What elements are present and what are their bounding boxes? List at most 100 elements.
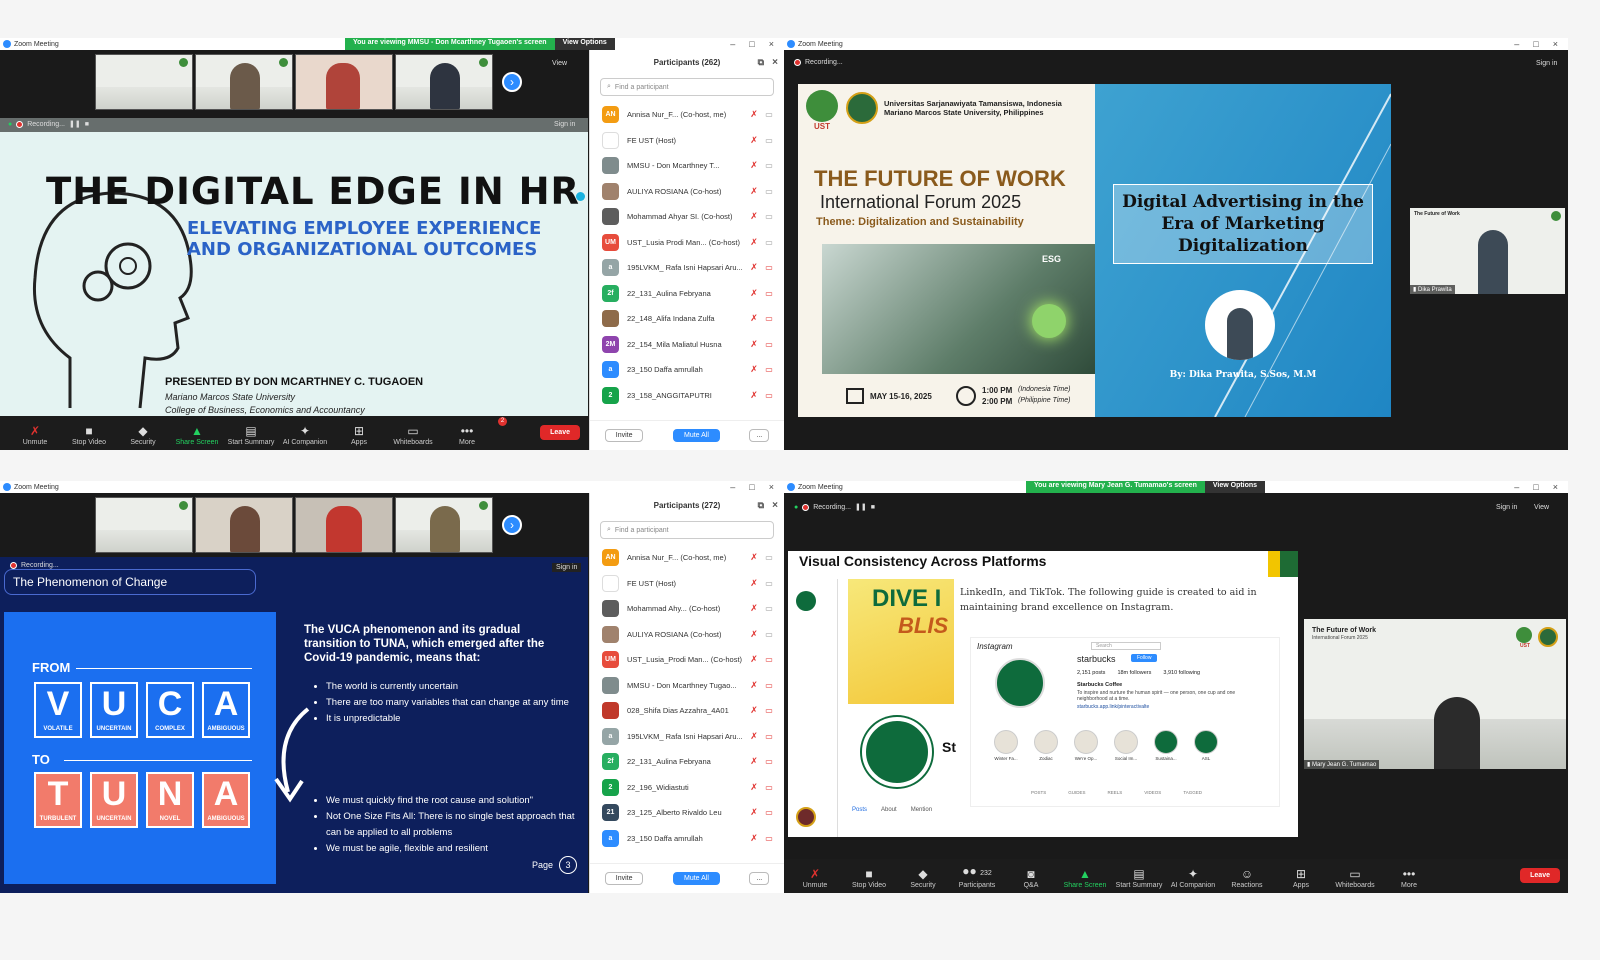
video-tile[interactable] <box>195 497 293 553</box>
security-button[interactable]: ◆ Security <box>896 868 950 889</box>
tab-about[interactable]: About <box>881 807 897 813</box>
mic-muted-icon[interactable]: ✗ <box>746 705 762 716</box>
maximize-icon[interactable]: □ <box>749 482 754 492</box>
view-button[interactable]: View <box>1534 504 1549 511</box>
video-icon[interactable]: ▭ <box>762 238 776 247</box>
minimize-icon[interactable]: – <box>1514 39 1519 49</box>
participant-row[interactable]: 2 22_196_Widiastuti ✗ ▭ <box>590 775 784 801</box>
mic-muted-icon[interactable]: ✗ <box>746 552 762 563</box>
mic-muted-icon[interactable]: ✗ <box>746 288 762 299</box>
participant-row[interactable]: 21 23_125_Alberto Rivaldo Leu ✗ ▭ <box>590 800 784 826</box>
video-icon[interactable]: ▭ <box>762 630 776 639</box>
video-tile[interactable] <box>95 54 193 110</box>
video-off-icon[interactable]: ▭ <box>762 808 776 817</box>
mic-muted-icon[interactable]: ✗ <box>746 186 762 197</box>
video-off-icon[interactable]: ▭ <box>762 340 776 349</box>
highlight-item[interactable]: Winter Fa... <box>993 730 1019 761</box>
video-off-icon[interactable]: ▭ <box>762 655 776 664</box>
apps-button[interactable]: ⊞ Apps <box>1274 868 1328 889</box>
leave-button[interactable]: Leave <box>540 425 580 440</box>
participant-row[interactable]: FE UST (Host) ✗ ▭ <box>590 128 784 154</box>
stop-icon[interactable]: ■ <box>871 504 875 511</box>
participant-row[interactable]: 22_148_Alifa Indana Zulfa ✗ ▭ <box>590 306 784 332</box>
more-button[interactable]: ••• More <box>440 425 494 446</box>
whiteboards-button[interactable]: ▭ Whiteboards <box>386 425 440 446</box>
participant-row[interactable]: 2 23_158_ANGGITAPUTRI ✗ ▭ <box>590 383 784 409</box>
pause-icon[interactable]: ❚❚ <box>855 503 867 511</box>
participant-row[interactable]: AN Annisa Nur_F... (Co-host, me) ✗ ▭ <box>590 545 784 571</box>
participant-row[interactable]: UM UST_Lusia_Prodi Man... (Co-host) ✗ ▭ <box>590 647 784 673</box>
speaker-video-tile[interactable]: The Future of Work ▮ Dika Prawita <box>1410 208 1565 294</box>
invite-button[interactable]: Invite <box>604 872 644 885</box>
participant-row[interactable]: AULIYA ROSIANA (Co-host) ✗ ▭ <box>590 179 784 205</box>
leave-button[interactable]: Leave <box>1520 868 1560 883</box>
mic-muted-icon[interactable]: ✗ <box>746 364 762 375</box>
view-button[interactable]: View <box>552 60 567 67</box>
participant-row[interactable]: 2f 22_131_Aulina Febryana ✗ ▭ <box>590 749 784 775</box>
maximize-icon[interactable]: □ <box>1533 39 1538 49</box>
participant-row[interactable]: 028_Shifa Dias Azzahra_4A01 ✗ ▭ <box>590 698 784 724</box>
video-icon[interactable]: ▭ <box>762 110 776 119</box>
video-icon[interactable]: ▭ <box>762 553 776 562</box>
mic-muted-icon[interactable]: ✗ <box>746 578 762 589</box>
mic-muted-icon[interactable]: ✗ <box>746 339 762 350</box>
security-button[interactable]: ◆ Security <box>116 425 170 446</box>
start-summary-button[interactable]: ▤ Start Summary <box>224 425 278 446</box>
more-options-button[interactable]: ... <box>749 429 770 442</box>
video-icon[interactable]: ▭ <box>762 604 776 613</box>
close-icon[interactable]: × <box>769 39 774 49</box>
video-off-icon[interactable]: ▭ <box>762 783 776 792</box>
video-off-icon[interactable]: ▭ <box>762 391 776 400</box>
video-off-icon[interactable]: ▭ <box>762 757 776 766</box>
highlight-item[interactable]: ASL <box>1193 730 1219 761</box>
mic-muted-icon[interactable]: ✗ <box>746 654 762 665</box>
close-icon[interactable]: × <box>1553 482 1558 492</box>
video-icon[interactable]: ▭ <box>762 161 776 170</box>
sign-in-link[interactable]: Sign in <box>554 121 575 128</box>
mic-muted-icon[interactable]: ✗ <box>746 833 762 844</box>
minimize-icon[interactable]: – <box>730 39 735 49</box>
next-videos-button[interactable]: › <box>502 515 522 535</box>
participant-row[interactable]: UM UST_Lusia Prodi Man... (Co-host) ✗ ▭ <box>590 230 784 256</box>
maximize-icon[interactable]: □ <box>1533 482 1538 492</box>
more-options-button[interactable]: ... <box>749 872 770 885</box>
reactions-button[interactable]: ☺ Reactions <box>1220 868 1274 889</box>
video-off-icon[interactable]: ▭ <box>762 732 776 741</box>
mic-muted-icon[interactable]: ✗ <box>746 109 762 120</box>
participant-search-input[interactable]: ⌕ Find a participant <box>600 521 774 539</box>
close-icon[interactable]: × <box>1553 39 1558 49</box>
mic-muted-icon[interactable]: ✗ <box>746 390 762 401</box>
video-off-icon[interactable]: ▭ <box>762 263 776 272</box>
profile-tab[interactable]: VIDEOS <box>1144 790 1161 795</box>
unmute-button[interactable]: ✗ Unmute <box>8 425 62 446</box>
video-off-icon[interactable]: ▭ <box>762 289 776 298</box>
video-icon[interactable]: ▭ <box>762 212 776 221</box>
video-tile[interactable] <box>395 54 493 110</box>
video-off-icon[interactable]: ▭ <box>762 834 776 843</box>
highlight-item[interactable]: Sustaina... <box>1153 730 1179 761</box>
participant-search-input[interactable]: ⌕ Find a participant <box>600 78 774 96</box>
participant-row[interactable]: a 195LVKM_ Rafa Isni Hapsari Aru... ✗ ▭ <box>590 724 784 750</box>
close-icon[interactable]: × <box>769 482 774 492</box>
share-screen-button[interactable]: ▲ Share Screen <box>1058 868 1112 889</box>
minimize-icon[interactable]: – <box>730 482 735 492</box>
participants-button[interactable]: ●● 232 Participants <box>950 865 1004 889</box>
qa-button[interactable]: ◙ Q&A <box>1004 868 1058 889</box>
mic-muted-icon[interactable]: ✗ <box>746 160 762 171</box>
mute-all-button[interactable]: Mute All <box>672 429 720 442</box>
mic-muted-icon[interactable]: ✗ <box>746 313 762 324</box>
mic-muted-icon[interactable]: ✗ <box>746 603 762 614</box>
participant-row[interactable]: AN Annisa Nur_F... (Co-host, me) ✗ ▭ <box>590 102 784 128</box>
next-videos-button[interactable]: › <box>502 72 522 92</box>
stop-video-button[interactable]: ■ Stop Video <box>62 425 116 446</box>
mic-muted-icon[interactable]: ✗ <box>746 211 762 222</box>
more-button[interactable]: ••• More <box>1382 868 1436 889</box>
stop-video-button[interactable]: ■ Stop Video <box>842 868 896 889</box>
profile-tab[interactable]: POSTS <box>1031 790 1046 795</box>
profile-tab[interactable]: REELS <box>1108 790 1123 795</box>
share-screen-button[interactable]: ▲ Share Screen <box>170 425 224 446</box>
minimize-icon[interactable]: – <box>1514 482 1519 492</box>
mic-muted-icon[interactable]: ✗ <box>746 731 762 742</box>
pop-out-icon[interactable]: ⧉ <box>758 57 764 68</box>
mic-muted-icon[interactable]: ✗ <box>746 807 762 818</box>
